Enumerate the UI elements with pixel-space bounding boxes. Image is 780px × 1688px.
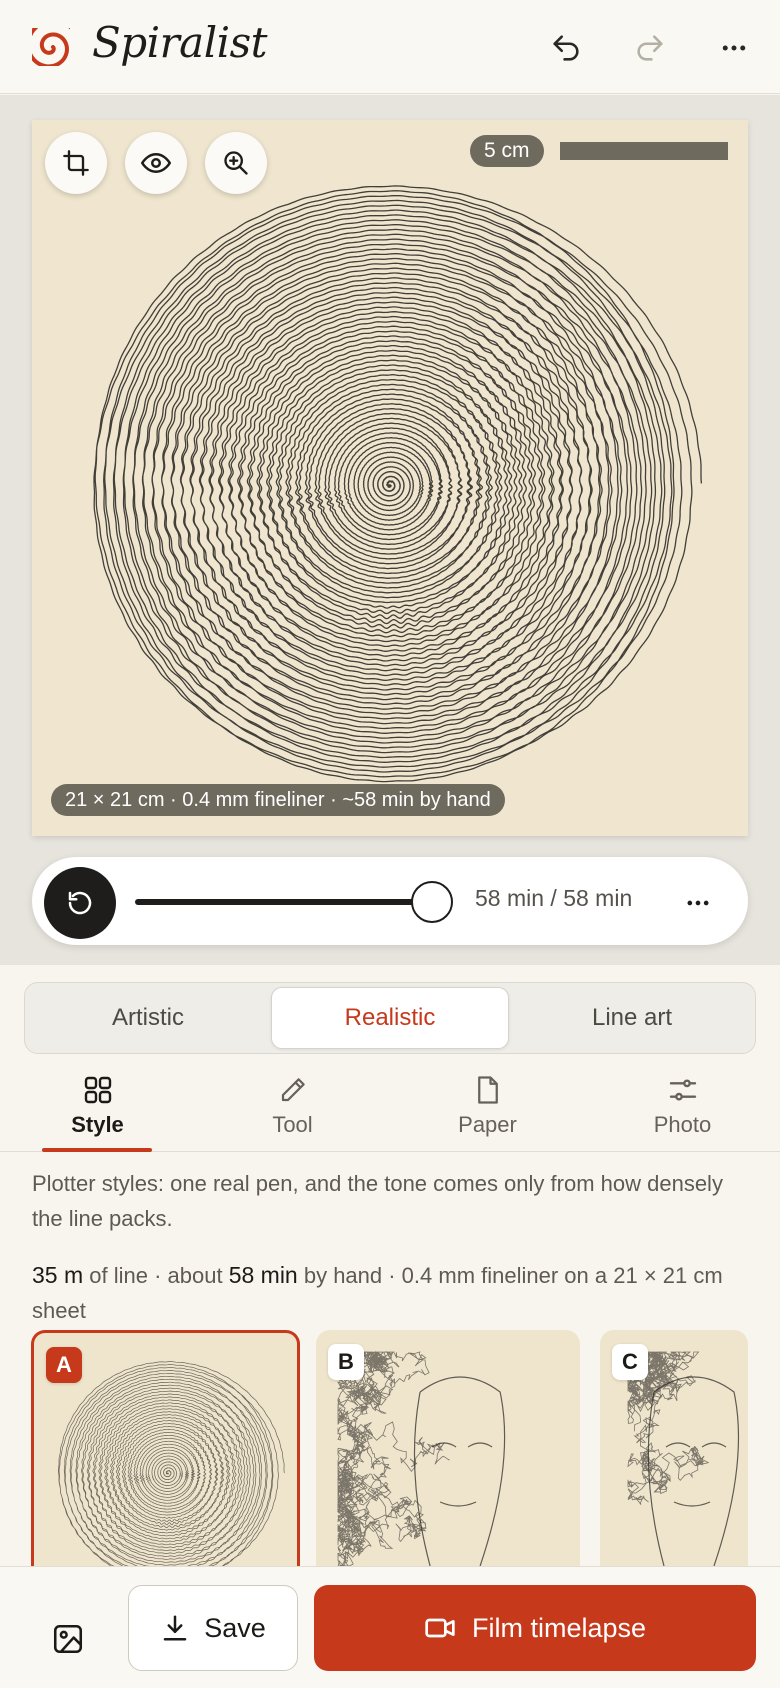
save-label: Save	[204, 1612, 266, 1643]
style-description: Plotter styles: one real pen, and the to…	[32, 1171, 723, 1231]
spiral-logo-icon	[32, 28, 70, 66]
mode-segmented-control: Artistic Realistic Line art	[24, 982, 756, 1054]
mode-artistic[interactable]: Artistic	[29, 987, 267, 1049]
spiral-portrait	[93, 185, 703, 783]
grid-icon	[84, 1076, 111, 1104]
app-title: Spiralist	[92, 18, 268, 67]
film-label: Film timelapse	[471, 1612, 647, 1643]
sliders-icon	[669, 1079, 696, 1101]
tab-paper-label: Paper	[458, 1112, 517, 1137]
film-timelapse-button[interactable]: Film timelapse	[314, 1585, 756, 1671]
crop-button[interactable]	[45, 132, 107, 194]
scale-label: 5 cm	[470, 135, 544, 167]
timelapse-player: 58 min / 58 min	[32, 857, 748, 945]
save-button[interactable]: Save	[128, 1585, 298, 1671]
more-menu-button[interactable]	[712, 26, 756, 70]
player-more-button[interactable]	[676, 881, 720, 925]
line-length-value: 35 m	[32, 1262, 84, 1288]
style-card-a[interactable]: A	[31, 1330, 300, 1566]
style-card-b[interactable]: B	[316, 1330, 580, 1566]
progress-track[interactable]	[135, 899, 430, 905]
bottom-action-bar: Save Film timelapse	[0, 1566, 780, 1688]
tab-tool-label: Tool	[272, 1112, 313, 1137]
app-root: Spiralist 5 cm 21 × 21 cm · 0.4 mm finel…	[0, 0, 780, 1688]
zoom-button[interactable]	[205, 132, 267, 194]
tab-style[interactable]: Style	[0, 1062, 195, 1152]
pencil-icon	[281, 1078, 305, 1102]
crop-icon	[63, 150, 89, 176]
style-card-letter: C	[612, 1344, 648, 1380]
more-icon	[687, 900, 709, 906]
style-card-letter: B	[328, 1344, 364, 1380]
draw-time-value: 58 min	[228, 1262, 298, 1288]
time-readout: 58 min / 58 min	[475, 885, 633, 911]
more-icon	[722, 45, 746, 51]
replay-icon	[68, 891, 92, 915]
video-icon	[425, 1618, 455, 1638]
tab-style-label: Style	[71, 1112, 124, 1137]
style-card-c[interactable]: C	[600, 1330, 748, 1566]
mode-line-art[interactable]: Line art	[513, 987, 751, 1049]
drawing-stats: 35 m of line · about 58 min by hand · 0.…	[32, 1258, 762, 1328]
artwork-info-badge: 21 × 21 cm · 0.4 mm fineliner · ~58 min …	[51, 784, 505, 816]
artboard[interactable]: 5 cm 21 × 21 cm · 0.4 mm fineliner · ~58…	[32, 120, 748, 836]
tab-photo[interactable]: Photo	[585, 1062, 780, 1152]
stats-text-1: of line · about	[83, 1263, 229, 1288]
eye-icon	[141, 153, 171, 173]
zoom-in-icon	[224, 151, 248, 175]
canvas-area: 5 cm 21 × 21 cm · 0.4 mm fineliner · ~58…	[0, 95, 780, 965]
top-bar: Spiralist	[0, 0, 780, 94]
tab-tool[interactable]: Tool	[195, 1062, 390, 1152]
settings-tabs: Style Tool Paper Photo	[0, 1062, 780, 1152]
page-icon	[477, 1076, 498, 1104]
scale-bar	[560, 142, 728, 160]
style-card-letter: A	[46, 1347, 82, 1383]
gallery-button[interactable]	[40, 1611, 96, 1667]
image-icon	[53, 1624, 83, 1654]
progress-slider-thumb[interactable]	[411, 881, 453, 923]
redo-button[interactable]	[628, 26, 672, 70]
replay-button[interactable]	[44, 867, 116, 939]
redo-icon	[637, 35, 663, 61]
mode-realistic[interactable]: Realistic	[271, 987, 509, 1049]
tab-photo-label: Photo	[653, 1112, 712, 1137]
undo-icon	[553, 35, 579, 61]
tab-paper[interactable]: Paper	[390, 1062, 585, 1152]
download-icon	[163, 1615, 187, 1641]
preview-toggle-button[interactable]	[125, 132, 187, 194]
active-tab-indicator	[42, 1148, 152, 1152]
undo-button[interactable]	[544, 26, 588, 70]
